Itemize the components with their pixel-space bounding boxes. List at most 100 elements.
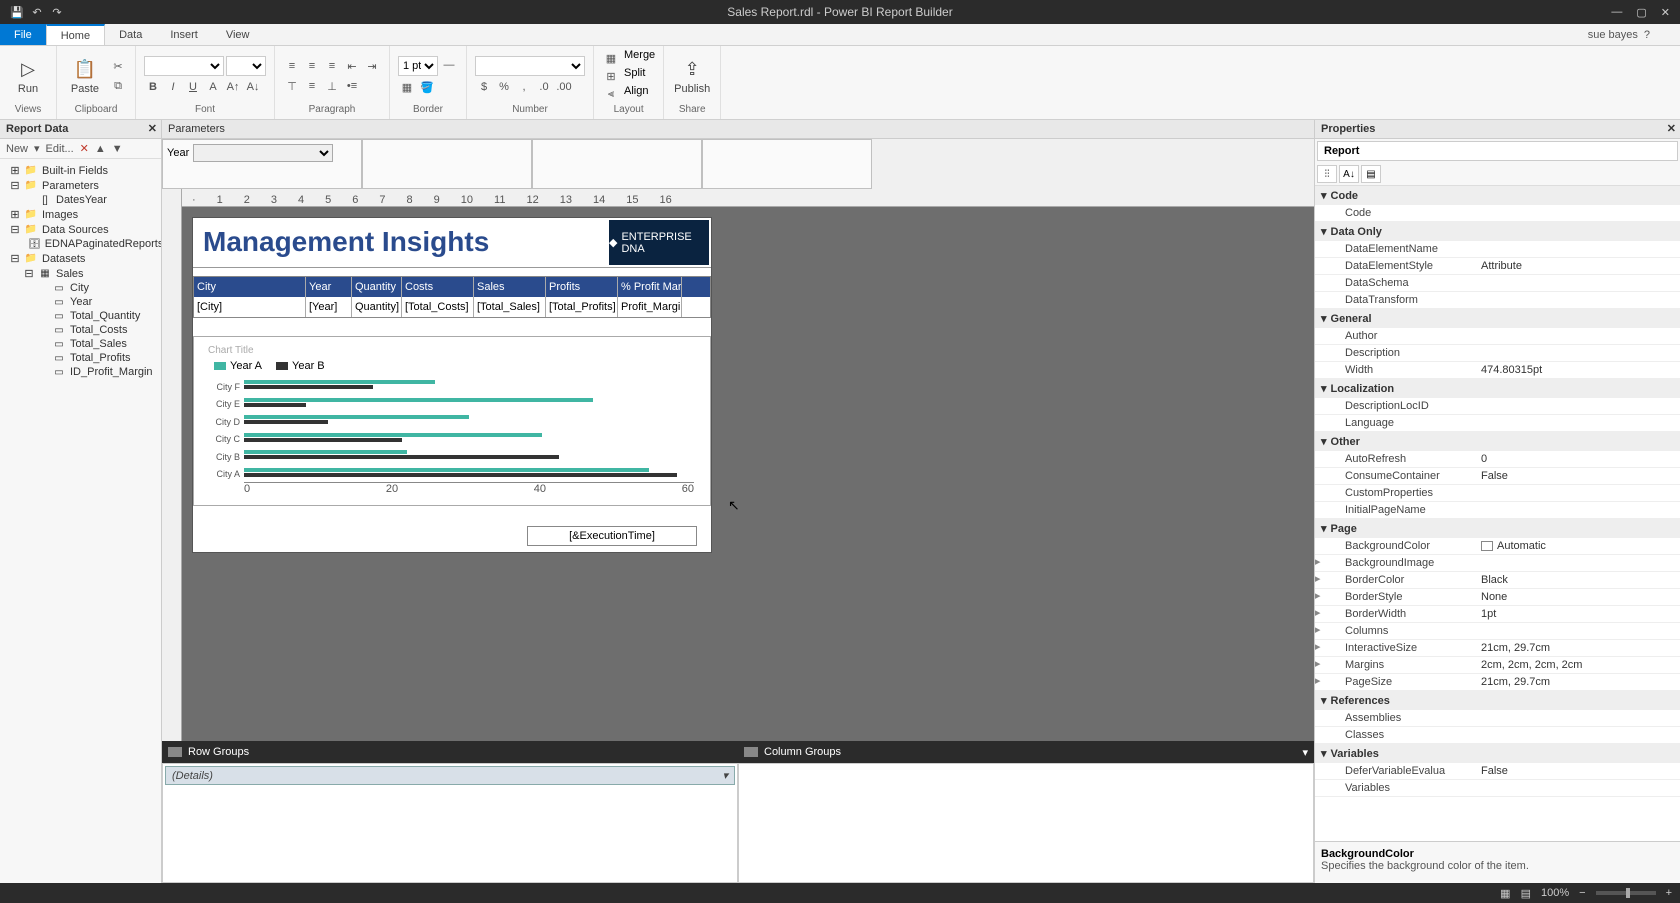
merge-label[interactable]: Merge (624, 49, 655, 67)
align-label[interactable]: Align (624, 85, 648, 103)
border-preset-icon[interactable]: ▦ (398, 78, 416, 96)
chart[interactable]: Chart Title Year A Year B City FCity ECi… (193, 336, 711, 506)
border-style-icon[interactable]: — (440, 56, 458, 74)
copy-icon[interactable]: ⧉ (109, 77, 127, 95)
comma-icon[interactable]: , (515, 78, 533, 96)
details-group[interactable]: (Details)▾ (165, 766, 735, 785)
tab-insert[interactable]: Insert (156, 24, 212, 45)
execution-time-box[interactable]: [&ExecutionTime] (527, 526, 697, 546)
param-cell-empty[interactable] (362, 139, 532, 189)
currency-icon[interactable]: $ (475, 78, 493, 96)
grow-font-icon[interactable]: A↑ (224, 78, 242, 96)
edit-button[interactable]: Edit... (46, 143, 74, 155)
param-cell-empty[interactable] (702, 139, 872, 189)
row-groups-pane[interactable]: (Details)▾ (162, 763, 738, 883)
increase-indent-icon[interactable]: ⇥ (363, 57, 381, 75)
col-city[interactable]: City (194, 277, 306, 297)
delete-icon[interactable]: ✕ (80, 142, 89, 155)
design-surface[interactable]: ·12345678910111213141516 Management Insi… (162, 189, 1314, 741)
report-title[interactable]: Management Insights (193, 218, 607, 267)
tree-field-year[interactable]: ▭Year (2, 295, 159, 309)
tree-field-costs[interactable]: ▭Total_Costs (2, 323, 159, 337)
properties-grid[interactable]: ▾Code Code ▾Data Only DataElementName Da… (1315, 186, 1680, 841)
col-year[interactable]: Year (306, 277, 352, 297)
bullets-icon[interactable]: •≡ (343, 77, 361, 95)
zoom-slider[interactable] (1596, 891, 1656, 895)
cell-margin[interactable]: Profit_Margin] (618, 297, 682, 317)
split-icon[interactable]: ⊞ (602, 67, 620, 85)
col-costs[interactable]: Costs (402, 277, 474, 297)
border-width-select[interactable]: 1 pt (398, 56, 438, 76)
undo-icon[interactable]: ↶ (30, 5, 44, 19)
align-left-icon[interactable]: ≡ (283, 57, 301, 75)
merge-icon[interactable]: ▦ (602, 49, 620, 67)
param-cell-empty[interactable] (532, 139, 702, 189)
align-objects-icon[interactable]: ⫷ (602, 85, 620, 103)
param-year-select[interactable] (193, 144, 333, 162)
help-icon[interactable]: ? (1644, 29, 1650, 41)
move-up-icon[interactable]: ▲ (95, 143, 106, 155)
fill-color-icon[interactable]: 🪣 (418, 78, 436, 96)
tree-datasource-item[interactable]: 🗄EDNAPaginatedReports_Ma (2, 237, 159, 251)
move-down-icon[interactable]: ▼ (112, 143, 123, 155)
alphabetical-icon[interactable]: A↓ (1339, 165, 1359, 183)
zoom-in-icon[interactable]: + (1666, 887, 1672, 899)
report-data-tree[interactable]: ⊞📁Built-in Fields ⊟📁Parameters []DatesYe… (0, 159, 161, 883)
user-display[interactable]: sue bayes ? (1588, 24, 1680, 45)
chart-title[interactable]: Chart Title (200, 343, 704, 358)
cell-city[interactable]: [City] (194, 297, 306, 317)
cell-year[interactable]: [Year] (306, 297, 352, 317)
view-preview-icon[interactable]: ▤ (1521, 887, 1531, 900)
split-label[interactable]: Split (624, 67, 645, 85)
tree-datasources[interactable]: ⊟📁Data Sources (2, 222, 159, 237)
italic-icon[interactable]: I (164, 78, 182, 96)
valign-bottom-icon[interactable]: ⊥ (323, 77, 341, 95)
tab-file[interactable]: File (0, 24, 46, 45)
col-margin[interactable]: % Profit Margin (618, 277, 682, 297)
new-button[interactable]: New (6, 143, 28, 155)
shrink-font-icon[interactable]: A↓ (244, 78, 262, 96)
categorized-icon[interactable]: ⫶⫶ (1317, 165, 1337, 183)
cell-sales[interactable]: [Total_Sales] (474, 297, 546, 317)
col-profits[interactable]: Profits (546, 277, 618, 297)
close-icon[interactable]: ✕ (148, 122, 157, 135)
tree-field-profits[interactable]: ▭Total_Profits (2, 351, 159, 365)
column-groups-pane[interactable] (738, 763, 1314, 883)
report-body[interactable]: Management Insights ◆ENTERPRISE DNA City… (192, 217, 712, 553)
maximize-button[interactable]: ▢ (1636, 6, 1646, 19)
report-table[interactable]: City Year Quantity Costs Sales Profits %… (193, 276, 711, 318)
font-color-icon[interactable]: A (204, 78, 222, 96)
col-qty[interactable]: Quantity (352, 277, 402, 297)
tree-field-city[interactable]: ▭City (2, 281, 159, 295)
logo-image[interactable]: ◆ENTERPRISE DNA (609, 220, 709, 265)
redo-icon[interactable]: ↷ (50, 5, 64, 19)
zoom-level[interactable]: 100% (1541, 887, 1569, 899)
tree-dataset-sales[interactable]: ⊟▦Sales (2, 266, 159, 281)
valign-top-icon[interactable]: ⊤ (283, 77, 301, 95)
cell-qty[interactable]: Quantity] (352, 297, 402, 317)
paste-button[interactable]: 📋Paste (65, 48, 105, 104)
save-icon[interactable]: 💾 (10, 5, 24, 19)
number-format-select[interactable] (475, 56, 585, 76)
tree-field-margin[interactable]: ▭ID_Profit_Margin (2, 365, 159, 379)
font-size-select[interactable] (226, 56, 266, 76)
groups-menu-icon[interactable]: ▾ (1302, 746, 1308, 759)
cut-icon[interactable]: ✂ (109, 57, 127, 75)
tab-data[interactable]: Data (105, 24, 156, 45)
font-family-select[interactable] (144, 56, 224, 76)
dec-decimal-icon[interactable]: .00 (555, 78, 573, 96)
zoom-out-icon[interactable]: − (1579, 887, 1585, 899)
tab-home[interactable]: Home (46, 24, 105, 45)
tab-view[interactable]: View (212, 24, 264, 45)
tree-field-sales[interactable]: ▭Total_Sales (2, 337, 159, 351)
col-sales[interactable]: Sales (474, 277, 546, 297)
bold-icon[interactable]: B (144, 78, 162, 96)
param-cell-year[interactable]: Year (162, 139, 362, 189)
tree-parameters[interactable]: ⊟📁Parameters (2, 178, 159, 193)
inc-decimal-icon[interactable]: .0 (535, 78, 553, 96)
dropdown-icon[interactable]: ▾ (722, 769, 728, 782)
cell-costs[interactable]: [Total_Costs] (402, 297, 474, 317)
valign-middle-icon[interactable]: ≡ (303, 77, 321, 95)
tree-builtin-fields[interactable]: ⊞📁Built-in Fields (2, 163, 159, 178)
properties-selector[interactable]: Report (1317, 141, 1678, 161)
